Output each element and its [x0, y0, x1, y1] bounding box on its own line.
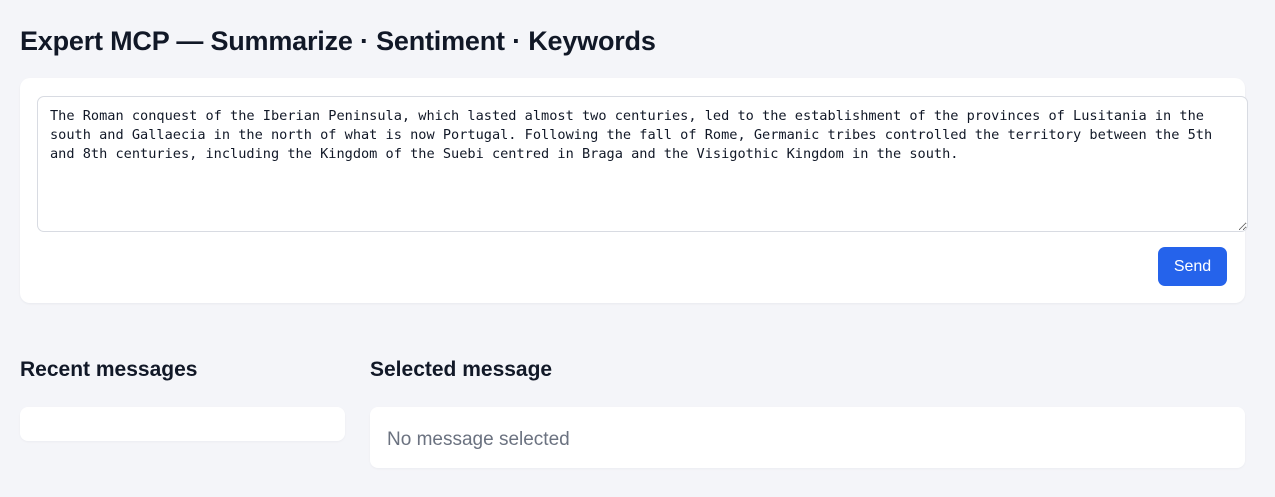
recent-messages-list — [20, 407, 345, 441]
selected-message-panel: No message selected — [370, 407, 1245, 468]
no-message-selected-text: No message selected — [387, 429, 570, 450]
composer-card: Send — [20, 78, 1248, 303]
send-button[interactable]: Send — [1158, 247, 1227, 286]
message-textarea[interactable] — [37, 96, 1248, 232]
app-page: Expert MCP — Summarize · Sentiment · Key… — [0, 0, 1275, 497]
recent-messages-heading: Recent messages — [20, 358, 198, 381]
selected-message-heading: Selected message — [370, 358, 553, 381]
page-title: Expert MCP — Summarize · Sentiment · Key… — [20, 26, 656, 56]
